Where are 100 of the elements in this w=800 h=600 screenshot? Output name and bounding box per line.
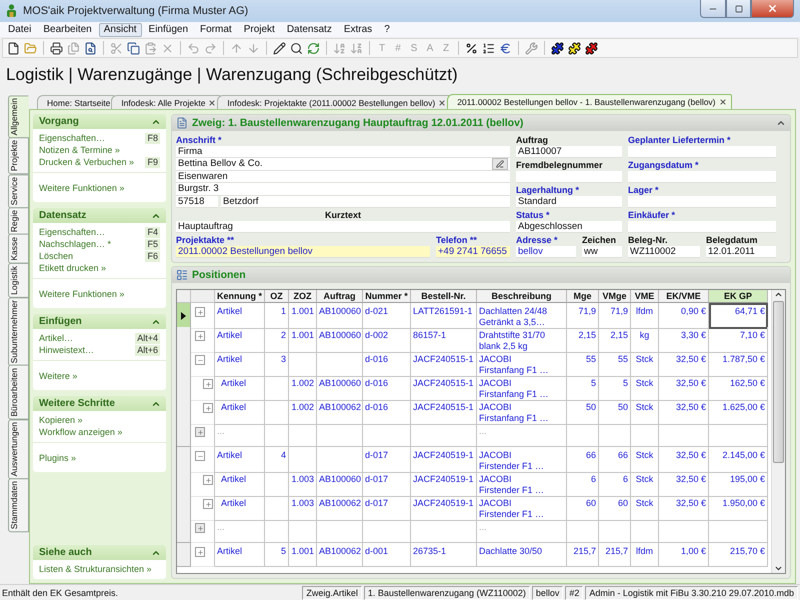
arrow-down-icon[interactable]	[247, 42, 260, 54]
document-tab[interactable]: Home: Startseite	[37, 95, 116, 109]
copy-pages-icon[interactable]	[67, 42, 80, 54]
scrollbar[interactable]	[771, 290, 785, 573]
side-tab[interactable]: Stammdaten	[8, 478, 29, 532]
input-field[interactable]: AB110007	[516, 146, 622, 158]
pencil-icon[interactable]	[273, 42, 286, 54]
new-file-icon[interactable]	[7, 42, 20, 54]
input-field[interactable]: 12.01.2011	[706, 246, 776, 258]
document-tab[interactable]: 2011.00002 Bestellungen bellov - 1. Baustellenwarenzugang (bellov)	[447, 94, 732, 109]
expand-icon[interactable]	[195, 307, 205, 317]
column-header[interactable]: Mge	[567, 290, 599, 303]
expand-icon[interactable]	[203, 499, 213, 509]
signature-button[interactable]	[492, 158, 508, 170]
column-header[interactable]: EK/VME	[659, 290, 709, 303]
row-indicator[interactable]	[177, 303, 191, 329]
column-header[interactable]: Beschreibung	[477, 290, 567, 303]
side-tab[interactable]: Auswertungen	[8, 418, 29, 479]
task-link[interactable]: Weitere »	[39, 371, 78, 381]
address-field[interactable]: Eisenwaren	[176, 170, 510, 183]
task-link[interactable]: Nachschlagen… *	[39, 239, 112, 250]
wrench-icon[interactable]	[525, 42, 538, 54]
menu-item[interactable]: Einfügen	[144, 22, 194, 36]
input-field[interactable]: ww	[582, 246, 622, 258]
zip-field[interactable]: 57518	[176, 196, 218, 208]
expand-icon[interactable]	[195, 427, 205, 437]
open-folder-icon[interactable]	[24, 42, 37, 54]
task-link[interactable]: Eigenschaften…	[39, 133, 106, 144]
address-field[interactable]: Bettina Bellov & Co.	[176, 158, 510, 170]
menu-item[interactable]: Format	[195, 22, 237, 36]
short-text-field[interactable]: Hauptauftrag	[176, 220, 510, 233]
puzzle-icon[interactable]	[551, 42, 564, 54]
task-link[interactable]: Kopieren »	[39, 415, 83, 426]
column-header[interactable]: Nummer *	[363, 290, 411, 303]
close-button[interactable]	[751, 0, 794, 18]
input-field[interactable]: 2011.00002 Bestellungen bellov	[176, 246, 430, 258]
redo-icon[interactable]	[204, 42, 217, 54]
scissors-icon[interactable]	[110, 42, 123, 54]
sort-ascending-icon[interactable]	[333, 42, 346, 54]
column-header[interactable]: VMge	[599, 290, 631, 303]
menu-item[interactable]: Extras	[338, 22, 378, 36]
task-link[interactable]: Etikett drucken »	[39, 263, 106, 274]
menu-item[interactable]: Datei	[3, 22, 36, 36]
menu-item[interactable]: Datensatz	[282, 22, 337, 36]
input-field[interactable]	[516, 170, 622, 183]
task-link[interactable]: Eigenschaften…	[39, 227, 106, 238]
address-field[interactable]: Burgstr. 3	[176, 183, 510, 196]
print-preview-icon[interactable]	[84, 42, 97, 54]
side-tab[interactable]: Logistik	[8, 262, 29, 298]
side-tab[interactable]: Projekte	[8, 137, 29, 175]
task-link[interactable]: Listen & Strukturansichten »	[39, 564, 152, 575]
copy-icon[interactable]	[127, 42, 140, 54]
paste-icon[interactable]	[144, 42, 157, 54]
input-field[interactable]: +49 2741 76655	[436, 246, 510, 258]
task-link[interactable]: Weitere Funktionen »	[39, 183, 124, 193]
arrow-up-icon[interactable]	[230, 42, 243, 54]
city-field[interactable]: Betzdorf	[221, 196, 510, 208]
column-header[interactable]: Kennung *	[215, 290, 265, 303]
collapse-icon[interactable]	[195, 451, 205, 461]
collapse-icon[interactable]	[776, 118, 786, 128]
menu-item[interactable]: ?	[379, 22, 395, 36]
task-link[interactable]: Artikel…	[39, 333, 74, 344]
search-icon[interactable]	[290, 42, 303, 54]
side-tab[interactable]: Regie	[8, 206, 29, 236]
delete-icon[interactable]	[161, 42, 174, 54]
input-field[interactable]	[628, 146, 776, 158]
section-header[interactable]: Siehe auch	[33, 545, 166, 560]
expand-icon[interactable]	[203, 403, 213, 413]
input-field[interactable]	[628, 220, 776, 233]
input-field[interactable]: Abgeschlossen	[516, 220, 622, 233]
expand-icon[interactable]	[195, 547, 205, 557]
task-link[interactable]: Plugins »	[39, 453, 76, 463]
close-icon[interactable]	[438, 98, 446, 106]
side-tab[interactable]: Subunternehmer	[8, 296, 29, 366]
scroll-up-icon[interactable]	[774, 290, 783, 299]
expand-icon[interactable]	[195, 523, 205, 533]
column-header[interactable]: ZOZ	[289, 290, 317, 303]
scroll-thumb[interactable]	[773, 301, 784, 463]
expand-icon[interactable]	[195, 331, 205, 341]
address-field[interactable]: Firma	[176, 146, 510, 158]
menu-item[interactable]: Bearbeiten	[38, 22, 97, 36]
section-header[interactable]: Einfügen	[33, 314, 166, 329]
document-tab[interactable]: Infodesk: Alle Projekte	[111, 95, 222, 109]
task-link[interactable]: Notizen & Termine »	[39, 145, 120, 156]
column-header[interactable]: EK GP	[709, 290, 768, 303]
section-header[interactable]: Vorgang	[33, 114, 166, 129]
side-tab[interactable]: Allgemein	[8, 95, 29, 138]
euro-icon[interactable]	[499, 42, 512, 54]
menu-item[interactable]: Ansicht	[98, 22, 142, 36]
task-link[interactable]: Weitere Funktionen »	[39, 289, 124, 299]
menu-item[interactable]: Projekt	[238, 22, 280, 36]
side-tab[interactable]: Kasse	[8, 234, 29, 264]
task-link[interactable]: Löschen	[39, 251, 74, 262]
column-header[interactable]: VME	[631, 290, 659, 303]
puzzle-icon[interactable]	[585, 42, 598, 54]
puzzle-icon[interactable]	[568, 42, 581, 54]
printer-icon[interactable]	[50, 42, 63, 54]
side-tab[interactable]: Büroarbeiten	[8, 364, 29, 420]
document-tab[interactable]: Infodesk: Projektakte (2011.00002 Bestellungen bellov)	[217, 95, 452, 109]
maximize-button[interactable]	[726, 0, 751, 18]
